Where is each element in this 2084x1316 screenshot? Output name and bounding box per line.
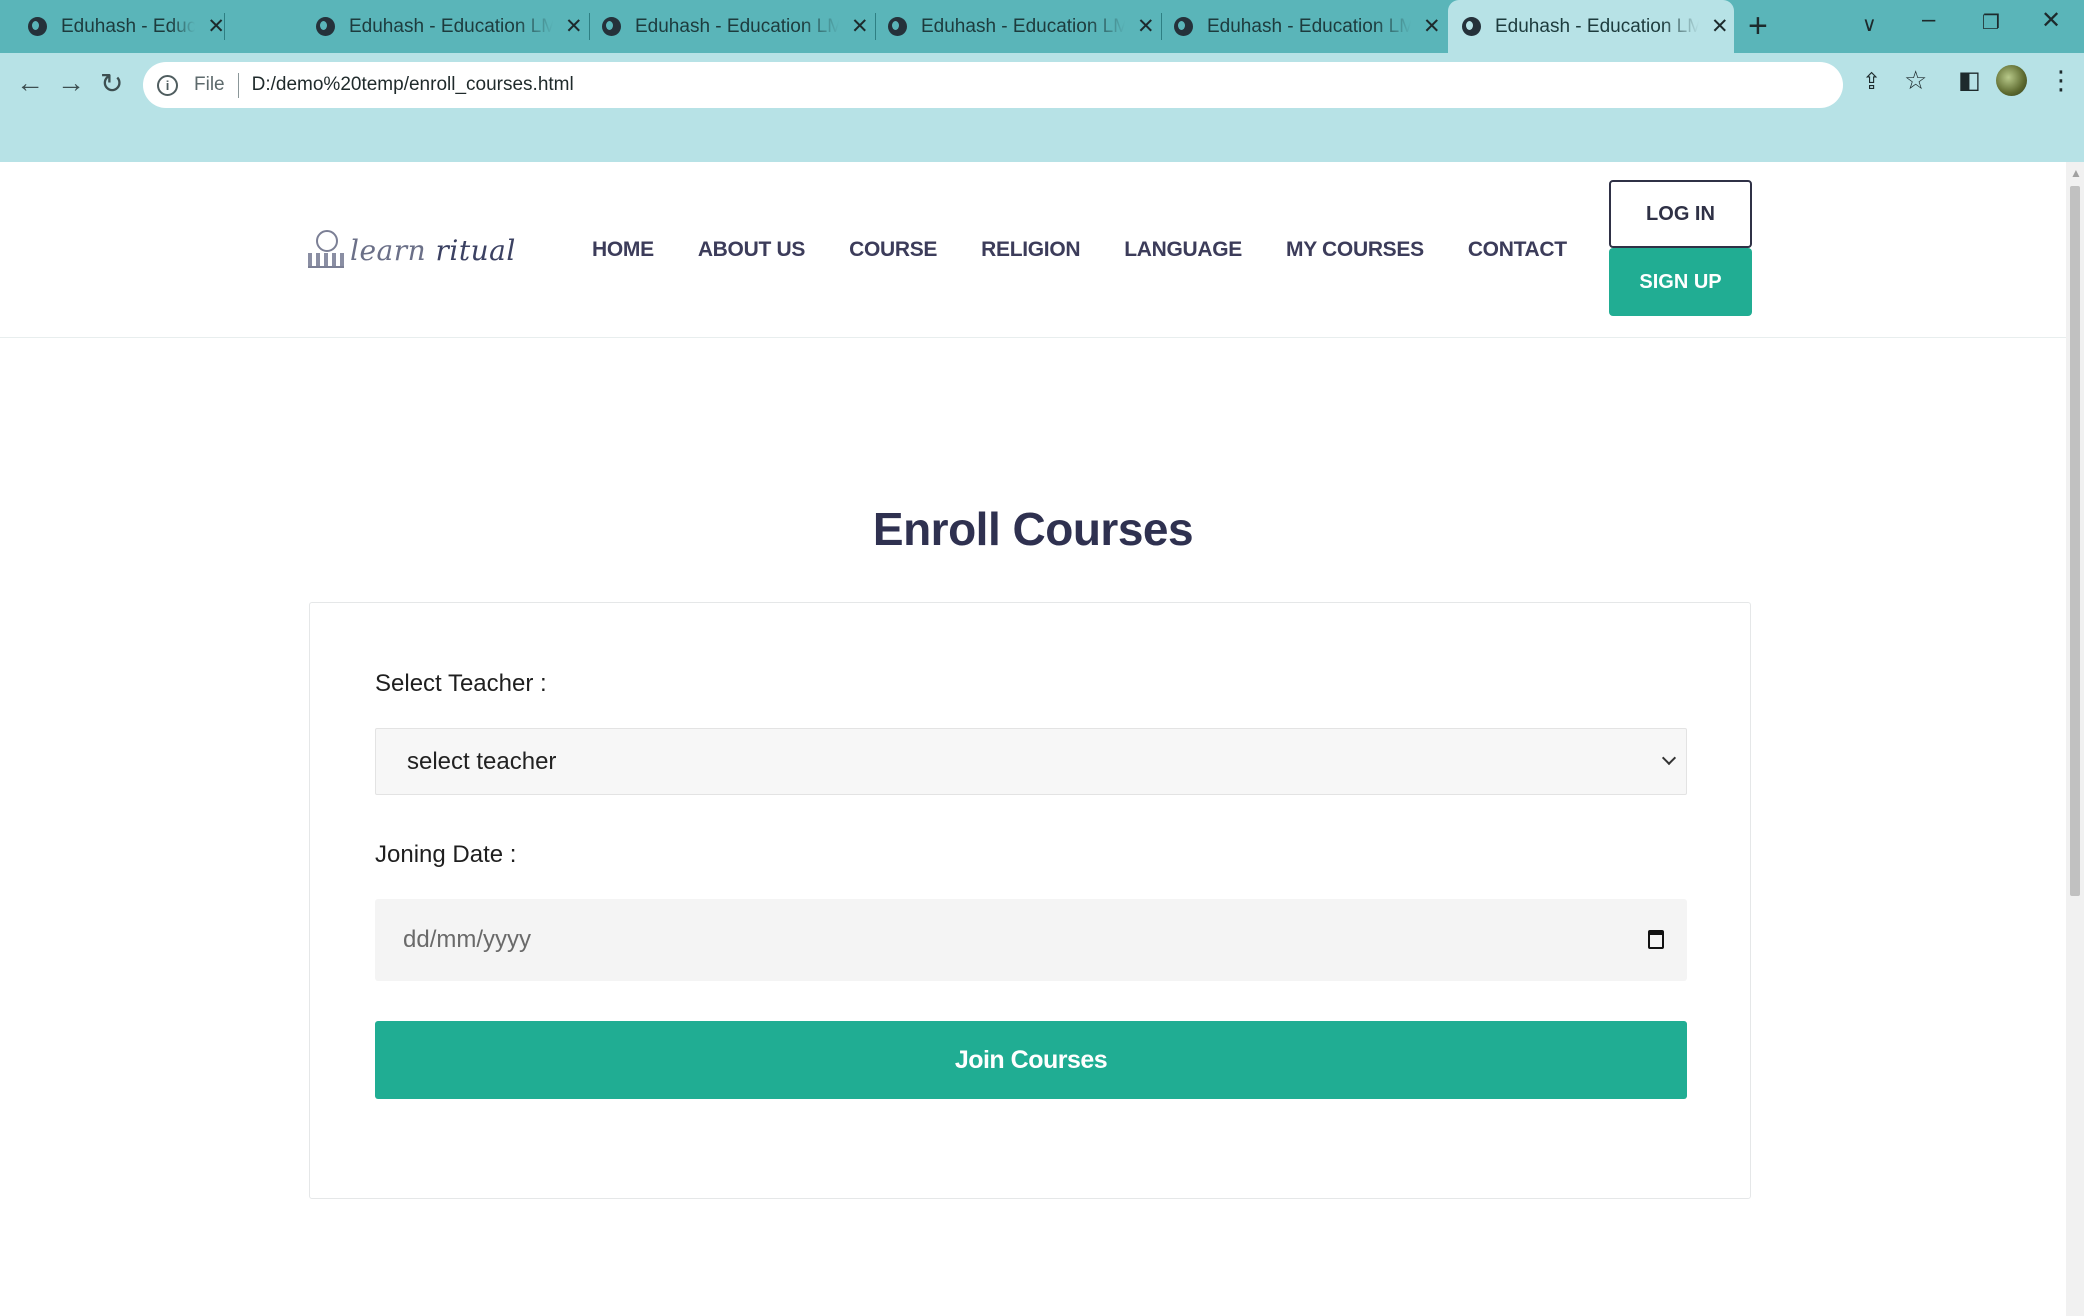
browser-toolbar: ← → ↻ i File D:/demo%20temp/enroll_cours…	[0, 53, 2084, 162]
tab-close-icon[interactable]: ✕	[207, 14, 225, 39]
tab-close-icon[interactable]: ✕	[851, 14, 869, 39]
nav-course[interactable]: COURSE	[849, 238, 937, 262]
globe-icon	[602, 17, 621, 36]
scroll-up-arrow-icon[interactable]: ▲	[2070, 166, 2082, 180]
browser-tab[interactable]: Eduhash - Education LMS template ✕	[304, 0, 590, 53]
page-scrollbar[interactable]: ▲	[2066, 162, 2084, 1316]
back-arrow-icon[interactable]: ←	[16, 67, 44, 99]
chevron-down-icon	[1661, 750, 1677, 766]
browser-tab-strip: Eduhash - Education LMS template ✕ Eduha…	[0, 0, 2084, 53]
globe-icon	[1462, 17, 1481, 36]
forward-arrow-icon[interactable]: →	[57, 67, 85, 99]
browser-tab[interactable]: Eduhash - Education LMS template ✕	[0, 0, 225, 53]
close-window-icon[interactable]: ✕	[2041, 6, 2061, 35]
tab-title: Eduhash - Education LMS template	[349, 15, 553, 37]
tab-search-chevron-icon[interactable]: ∨	[1862, 12, 1877, 37]
teacher-select[interactable]: select teacher	[375, 728, 1687, 795]
new-tab-plus-icon[interactable]: +	[1748, 8, 1768, 44]
enroll-form-card: Select Teacher : select teacher Joning D…	[309, 602, 1751, 1199]
tab-title: Eduhash - Education LMS template	[921, 15, 1125, 37]
address-url[interactable]: D:/demo%20temp/enroll_courses.html	[252, 74, 574, 96]
page-title: Enroll Courses	[872, 503, 1194, 555]
browser-tab[interactable]: Eduhash - Education LMS template ✕	[876, 0, 1162, 53]
nav-contact[interactable]: CONTACT	[1468, 238, 1567, 262]
signup-button[interactable]: SIGN UP	[1609, 248, 1752, 316]
restore-icon[interactable]: ❐	[1982, 10, 2000, 35]
joining-date-input[interactable]: dd/mm/yyyy	[375, 899, 1687, 981]
nav-home[interactable]: HOME	[592, 238, 654, 262]
bookmark-star-icon[interactable]: ☆	[1904, 65, 1927, 96]
address-scheme: File	[194, 74, 225, 95]
more-menu-icon[interactable]: ⋮	[2048, 65, 2074, 96]
tab-close-icon[interactable]: ✕	[565, 14, 583, 39]
globe-icon	[1174, 17, 1193, 36]
logo-text: learn ritual	[350, 233, 516, 267]
address-separator	[237, 72, 239, 98]
nav-about-us[interactable]: ABOUT US	[698, 238, 806, 262]
nav-religion[interactable]: RELIGION	[981, 238, 1080, 262]
logo-emblem-icon	[308, 230, 344, 270]
teacher-select-value: select teacher	[407, 747, 557, 775]
login-button[interactable]: LOG IN	[1609, 180, 1752, 248]
page-viewport: learn ritual HOME ABOUT US COURSE RELIGI…	[0, 162, 2066, 1316]
tab-title: Eduhash - Education LMS template	[1495, 15, 1699, 37]
profile-avatar[interactable]	[1996, 65, 2027, 96]
tab-close-icon[interactable]: ✕	[1137, 14, 1155, 39]
globe-icon	[316, 17, 335, 36]
tab-close-icon[interactable]: ✕	[1423, 14, 1441, 39]
share-icon[interactable]: ⇪	[1862, 68, 1881, 95]
joining-date-label: Joning Date :	[375, 841, 517, 868]
scrollbar-thumb[interactable]	[2070, 186, 2080, 896]
teacher-label: Select Teacher :	[375, 670, 547, 697]
globe-icon	[28, 17, 47, 36]
date-placeholder: dd/mm/yyyy	[403, 926, 532, 953]
nav-my-courses[interactable]: MY COURSES	[1286, 238, 1424, 262]
main-navigation: HOME ABOUT US COURSE RELIGION LANGUAGE M…	[592, 238, 1611, 262]
site-header: learn ritual HOME ABOUT US COURSE RELIGI…	[0, 162, 2066, 338]
globe-icon	[888, 17, 907, 36]
join-courses-button[interactable]: Join Courses	[375, 1021, 1687, 1099]
tab-close-icon[interactable]: ✕	[1711, 14, 1729, 39]
tab-divider	[224, 13, 225, 40]
minimize-icon[interactable]: –	[1922, 6, 1935, 34]
browser-tab[interactable]: Eduhash - Education LMS template ✕	[1162, 0, 1448, 53]
address-bar[interactable]: i File D:/demo%20temp/enroll_courses.htm…	[143, 62, 1843, 108]
calendar-icon[interactable]	[1648, 930, 1664, 949]
browser-tab[interactable]: Eduhash - Education LMS template ✕	[590, 0, 876, 53]
side-panel-icon[interactable]: ◧	[1958, 66, 1981, 95]
tab-title: Eduhash - Education LMS template	[1207, 15, 1411, 37]
reload-icon[interactable]: ↻	[100, 67, 123, 100]
browser-tab-active[interactable]: Eduhash - Education LMS template ✕	[1448, 0, 1734, 53]
tab-title: Eduhash - Education LMS template	[61, 15, 196, 37]
info-icon[interactable]: i	[157, 74, 178, 96]
tab-title: Eduhash - Education LMS template	[635, 15, 839, 37]
site-logo[interactable]: learn ritual	[308, 230, 516, 270]
nav-language[interactable]: LANGUAGE	[1124, 238, 1242, 262]
